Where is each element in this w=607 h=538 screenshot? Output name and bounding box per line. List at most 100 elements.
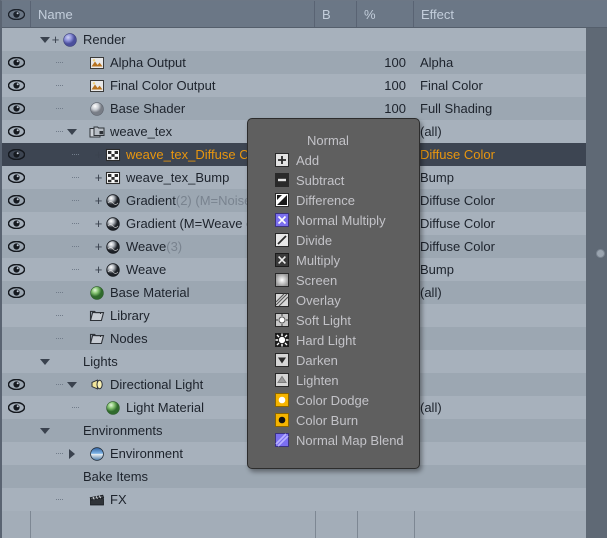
blend-mode-menu[interactable]: Normal Add Subtract Difference Normal Multip… <box>247 118 420 469</box>
eye-icon[interactable] <box>8 287 25 298</box>
eye-icon[interactable] <box>8 80 25 91</box>
collapse-triangle-icon[interactable] <box>39 350 50 373</box>
expand-plus-icon[interactable]: + <box>50 28 61 51</box>
row-effect-cell[interactable] <box>414 350 607 373</box>
menu-item-hard-light[interactable]: Hard Light <box>248 330 419 350</box>
row-blend-cell[interactable] <box>315 51 357 74</box>
row-percent-cell[interactable] <box>357 28 414 51</box>
column-header-visibility[interactable] <box>2 1 31 27</box>
expand-plus-icon[interactable]: + <box>93 166 104 189</box>
visibility-toggle[interactable] <box>2 189 31 212</box>
row-blend-cell[interactable] <box>315 74 357 97</box>
menu-item-color-burn[interactable]: Color Burn <box>248 410 419 430</box>
row-effect-cell[interactable]: Diffuse Color <box>414 189 607 212</box>
eye-icon[interactable] <box>8 149 25 160</box>
row-effect-cell[interactable] <box>414 327 607 350</box>
menu-item-add[interactable]: Add <box>248 150 419 170</box>
menu-item-difference[interactable]: Difference <box>248 190 419 210</box>
visibility-toggle[interactable] <box>2 212 31 235</box>
row-effect-cell[interactable]: (all) <box>414 281 607 304</box>
table-row[interactable]: Base Shader 100 Full Shading <box>2 97 607 120</box>
menu-item-color-dodge[interactable]: Color Dodge <box>248 390 419 410</box>
eye-icon[interactable] <box>8 402 25 413</box>
eye-icon[interactable] <box>8 195 25 206</box>
visibility-toggle[interactable] <box>2 97 31 120</box>
eye-icon[interactable] <box>8 103 25 114</box>
visibility-toggle[interactable] <box>2 235 31 258</box>
row-name-cell[interactable]: + Render <box>31 28 315 51</box>
collapse-triangle-icon[interactable] <box>39 28 50 51</box>
row-effect-cell[interactable]: (all) <box>414 120 607 143</box>
eye-icon[interactable] <box>8 218 25 229</box>
visibility-toggle[interactable] <box>2 166 31 189</box>
eye-icon[interactable] <box>8 126 25 137</box>
menu-item-overlay[interactable]: Overlay <box>248 290 419 310</box>
row-blend-cell[interactable] <box>315 488 357 511</box>
row-name-cell[interactable]: FX <box>31 488 315 511</box>
row-blend-cell[interactable] <box>315 28 357 51</box>
visibility-toggle[interactable] <box>2 396 31 419</box>
menu-item-subtract[interactable]: Subtract <box>248 170 419 190</box>
expand-plus-icon[interactable]: + <box>93 235 104 258</box>
menu-item-darken[interactable]: Darken <box>248 350 419 370</box>
row-effect-cell[interactable]: Diffuse Color <box>414 212 607 235</box>
menu-item-multiply[interactable]: Multiply <box>248 250 419 270</box>
table-row[interactable]: FX <box>2 488 607 511</box>
eye-icon[interactable] <box>8 172 25 183</box>
eye-icon[interactable] <box>8 57 25 68</box>
eye-icon[interactable] <box>8 241 25 252</box>
row-name-cell[interactable]: Final Color Output <box>31 74 315 97</box>
vertical-scrollbar-thumb[interactable] <box>596 249 605 258</box>
expand-plus-icon[interactable]: + <box>93 212 104 235</box>
table-row[interactable]: Final Color Output 100 Final Color <box>2 74 607 97</box>
eye-icon[interactable] <box>8 379 25 390</box>
row-effect-cell[interactable]: Final Color <box>414 74 607 97</box>
collapse-triangle-icon[interactable] <box>66 120 77 143</box>
visibility-toggle[interactable] <box>2 120 31 143</box>
row-effect-cell[interactable] <box>414 442 607 465</box>
row-effect-cell[interactable]: Alpha <box>414 51 607 74</box>
column-header-effect[interactable]: Effect <box>414 1 607 27</box>
visibility-toggle[interactable] <box>2 373 31 396</box>
table-row[interactable]: Alpha Output 100 Alpha <box>2 51 607 74</box>
menu-item-normal-map-blend[interactable]: Normal Map Blend <box>248 430 419 450</box>
visibility-toggle[interactable] <box>2 143 31 166</box>
row-effect-cell[interactable]: Bump <box>414 166 607 189</box>
table-row[interactable]: + Render <box>2 28 607 51</box>
column-header-b[interactable]: B <box>315 1 357 27</box>
visibility-toggle[interactable] <box>2 51 31 74</box>
row-percent-cell[interactable]: 100 <box>357 74 414 97</box>
visibility-toggle[interactable] <box>2 74 31 97</box>
row-blend-cell[interactable] <box>315 97 357 120</box>
visibility-toggle[interactable] <box>2 281 31 304</box>
expand-plus-icon[interactable]: + <box>93 258 104 281</box>
row-percent-cell[interactable]: 100 <box>357 97 414 120</box>
row-effect-cell[interactable] <box>414 373 607 396</box>
row-effect-cell[interactable]: Diffuse Color <box>414 143 607 166</box>
collapse-triangle-icon[interactable] <box>66 373 77 396</box>
visibility-toggle[interactable] <box>2 258 31 281</box>
menu-item-soft-light[interactable]: Soft Light <box>248 310 419 330</box>
menu-item-screen[interactable]: Screen <box>248 270 419 290</box>
row-name-cell[interactable]: Base Shader <box>31 97 315 120</box>
collapse-triangle-icon[interactable] <box>39 419 50 442</box>
expand-plus-icon[interactable]: + <box>93 143 104 166</box>
expand-triangle-icon[interactable] <box>66 442 77 465</box>
menu-item-lighten[interactable]: Lighten <box>248 370 419 390</box>
menu-item-normal[interactable]: Normal <box>248 130 419 150</box>
row-effect-cell[interactable]: Bump <box>414 258 607 281</box>
column-header-name[interactable]: Name <box>31 1 315 27</box>
menu-item-normal-multiply[interactable]: Normal Multiply <box>248 210 419 230</box>
row-percent-cell[interactable] <box>357 488 414 511</box>
row-effect-cell[interactable] <box>414 488 607 511</box>
row-effect-cell[interactable]: (all) <box>414 396 607 419</box>
row-effect-cell[interactable] <box>414 28 607 51</box>
row-effect-cell[interactable]: Full Shading <box>414 97 607 120</box>
expand-plus-icon[interactable]: + <box>93 189 104 212</box>
row-effect-cell[interactable] <box>414 419 607 442</box>
row-effect-cell[interactable] <box>414 465 607 488</box>
row-effect-cell[interactable]: Diffuse Color <box>414 235 607 258</box>
row-percent-cell[interactable]: 100 <box>357 51 414 74</box>
eye-icon[interactable] <box>8 264 25 275</box>
menu-item-divide[interactable]: Divide <box>248 230 419 250</box>
